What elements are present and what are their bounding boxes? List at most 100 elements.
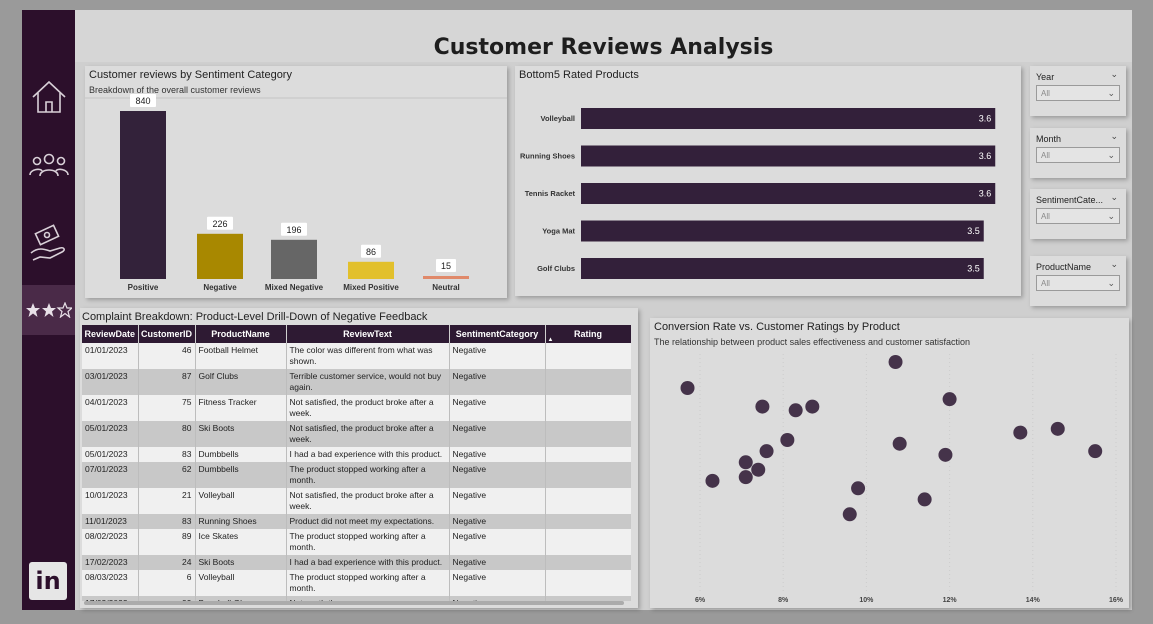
scatter-point[interactable] — [738, 470, 753, 485]
scatter-point[interactable] — [788, 403, 803, 418]
bottom5-category-label: Yoga Mat — [542, 227, 575, 236]
col-header-customerid[interactable]: CustomerID — [138, 325, 196, 343]
col-header-reviewdate[interactable]: ReviewDate — [82, 325, 139, 343]
cell-review-text: Terrible customer service, would not buy… — [286, 369, 450, 395]
scatter-point[interactable] — [805, 399, 820, 414]
col-header-rating[interactable]: ▲ Rating — [545, 325, 631, 343]
slicer-month-dropdown[interactable]: All ⌄ — [1036, 147, 1120, 163]
col-header-rating-label: Rating — [574, 329, 602, 339]
bottom5-category-label: Volleyball — [541, 114, 575, 123]
table-row[interactable]: 11/01/2023 83 Running Shoes Product did not… — [82, 514, 631, 529]
cell-sentiment: Negative — [449, 529, 546, 555]
scatter-point[interactable] — [755, 399, 770, 414]
nav-home-button[interactable] — [22, 72, 75, 122]
cell-rating — [545, 529, 631, 555]
stars-icon — [25, 302, 72, 318]
sentiment-bar[interactable] — [348, 261, 394, 279]
sentiment-category-label: Mixed Negative — [265, 283, 324, 292]
dropdown-arrow-icon: ⌄ — [1107, 150, 1115, 160]
cell-rating — [545, 462, 631, 488]
scatter-point[interactable] — [1050, 421, 1065, 436]
sentiment-data-label: 196 — [286, 225, 301, 235]
cell-product-name: Football Helmet — [195, 343, 287, 369]
scatter-point[interactable] — [1088, 444, 1103, 459]
cell-rating — [545, 343, 631, 369]
cell-sentiment: Negative — [449, 488, 546, 514]
slicer-product[interactable]: ProductName ⌄ All ⌄ — [1030, 256, 1126, 306]
bottom5-data-label: 3.6 — [979, 189, 992, 199]
scatter-point[interactable] — [738, 455, 753, 470]
bottom5-bar[interactable] — [581, 220, 984, 242]
cell-review-date: 17/02/2023 — [82, 555, 139, 570]
table-row[interactable]: 03/01/2023 87 Golf Clubs Terrible customer … — [82, 369, 631, 395]
bottom5-bar[interactable] — [581, 183, 996, 204]
sentiment-data-label: 86 — [366, 247, 376, 257]
scatter-point[interactable] — [780, 433, 795, 447]
cell-review-date: 10/01/2023 — [82, 488, 139, 514]
scatter-point[interactable] — [892, 436, 907, 451]
slicer-sentiment[interactable]: SentimentCate... ⌄ All ⌄ — [1030, 189, 1126, 239]
slicer-year[interactable]: Year ⌄ All ⌄ — [1030, 66, 1126, 116]
slicer-product-dropdown[interactable]: All ⌄ — [1036, 275, 1120, 291]
slicer-year-label: Year — [1036, 72, 1055, 82]
sentiment-bar[interactable] — [197, 233, 243, 279]
sentiment-bar[interactable] — [423, 276, 469, 279]
scatter-point[interactable] — [938, 447, 953, 462]
table-row[interactable]: 01/01/2023 46 Football Helmet The color was… — [82, 343, 631, 369]
bottom5-bar[interactable] — [581, 145, 996, 167]
chevron-down-icon[interactable]: ⌄ — [1110, 192, 1118, 203]
scatter-chart-card: Conversion Rate vs. Customer Ratings by … — [650, 318, 1129, 608]
cell-product-name: Running Shoes — [195, 514, 287, 529]
scatter-point[interactable] — [851, 481, 866, 496]
col-header-productname[interactable]: ProductName — [195, 325, 287, 343]
chevron-down-icon[interactable]: ⌄ — [1110, 259, 1118, 270]
table-row[interactable]: 05/01/2023 80 Ski Boots Not satisfied, the … — [82, 421, 631, 447]
nav-customers-button[interactable] — [22, 140, 75, 190]
sentiment-bar[interactable] — [271, 239, 317, 279]
cell-review-text: Not satisfied, the product broke after a… — [286, 395, 450, 421]
col-header-reviewtext[interactable]: ReviewText — [286, 325, 450, 343]
scatter-point[interactable] — [942, 392, 957, 407]
cell-customer-id: 46 — [138, 343, 196, 369]
scatter-x-tick-label: 14% — [1026, 597, 1041, 604]
bottom5-bar[interactable] — [581, 258, 984, 279]
linkedin-icon[interactable]: in — [29, 562, 67, 600]
col-header-sentimentcategory[interactable]: SentimentCategory — [449, 325, 546, 343]
scatter-point[interactable] — [888, 355, 903, 369]
report-frame: in Customer Reviews Analysis Customer re… — [0, 0, 1153, 624]
scatter-x-tick-label: 6% — [695, 597, 706, 604]
cell-review-text: Not satisfied, the product broke after a… — [286, 421, 450, 447]
table-row[interactable]: 10/01/2023 21 Volleyball Not satisfied, the… — [82, 488, 631, 514]
scatter-point[interactable] — [917, 492, 932, 507]
bottom5-bar[interactable] — [581, 108, 996, 129]
nav-reviews-button[interactable] — [22, 285, 75, 335]
horizontal-scrollbar[interactable] — [84, 601, 624, 605]
slicer-year-dropdown[interactable]: All ⌄ — [1036, 85, 1120, 101]
complaint-table-title: Complaint Breakdown: Product-Level Drill… — [82, 311, 428, 323]
slicer-sentiment-dropdown[interactable]: All ⌄ — [1036, 208, 1120, 224]
chevron-down-icon[interactable]: ⌄ — [1110, 131, 1118, 142]
cell-sentiment: Negative — [449, 570, 546, 596]
table-row[interactable]: 05/01/2023 83 Dumbbells I had a bad experie… — [82, 447, 631, 462]
bottom5-data-label: 3.6 — [979, 151, 992, 161]
table-row[interactable]: 04/01/2023 75 Fitness Tracker Not satisfied… — [82, 395, 631, 421]
complaint-table-viewport[interactable]: ReviewDate CustomerID ProductName Review… — [82, 325, 631, 601]
scatter-point[interactable] — [705, 473, 720, 488]
complaint-table-card: Complaint Breakdown: Product-Level Drill… — [80, 308, 638, 608]
nav-sales-button[interactable] — [22, 218, 75, 268]
scatter-point[interactable] — [759, 444, 774, 459]
scatter-point[interactable] — [842, 507, 857, 522]
chevron-down-icon[interactable]: ⌄ — [1110, 69, 1118, 80]
scatter-point[interactable] — [751, 462, 766, 477]
slicer-month[interactable]: Month ⌄ All ⌄ — [1030, 128, 1126, 178]
cell-sentiment: Negative — [449, 555, 546, 570]
table-row[interactable]: 08/02/2023 89 Ice Skates The product stoppe… — [82, 529, 631, 555]
table-row[interactable]: 17/02/2023 24 Ski Boots I had a bad experie… — [82, 555, 631, 570]
bottom5-category-label: Running Shoes — [520, 152, 575, 161]
cell-customer-id: 6 — [138, 570, 196, 596]
scatter-point[interactable] — [680, 381, 695, 395]
table-row[interactable]: 07/01/2023 62 Dumbbells The product stopped… — [82, 462, 631, 488]
table-row[interactable]: 08/03/2023 6 Volleyball The product stopped… — [82, 570, 631, 596]
sentiment-bar[interactable] — [120, 111, 166, 279]
scatter-point[interactable] — [1013, 425, 1028, 440]
